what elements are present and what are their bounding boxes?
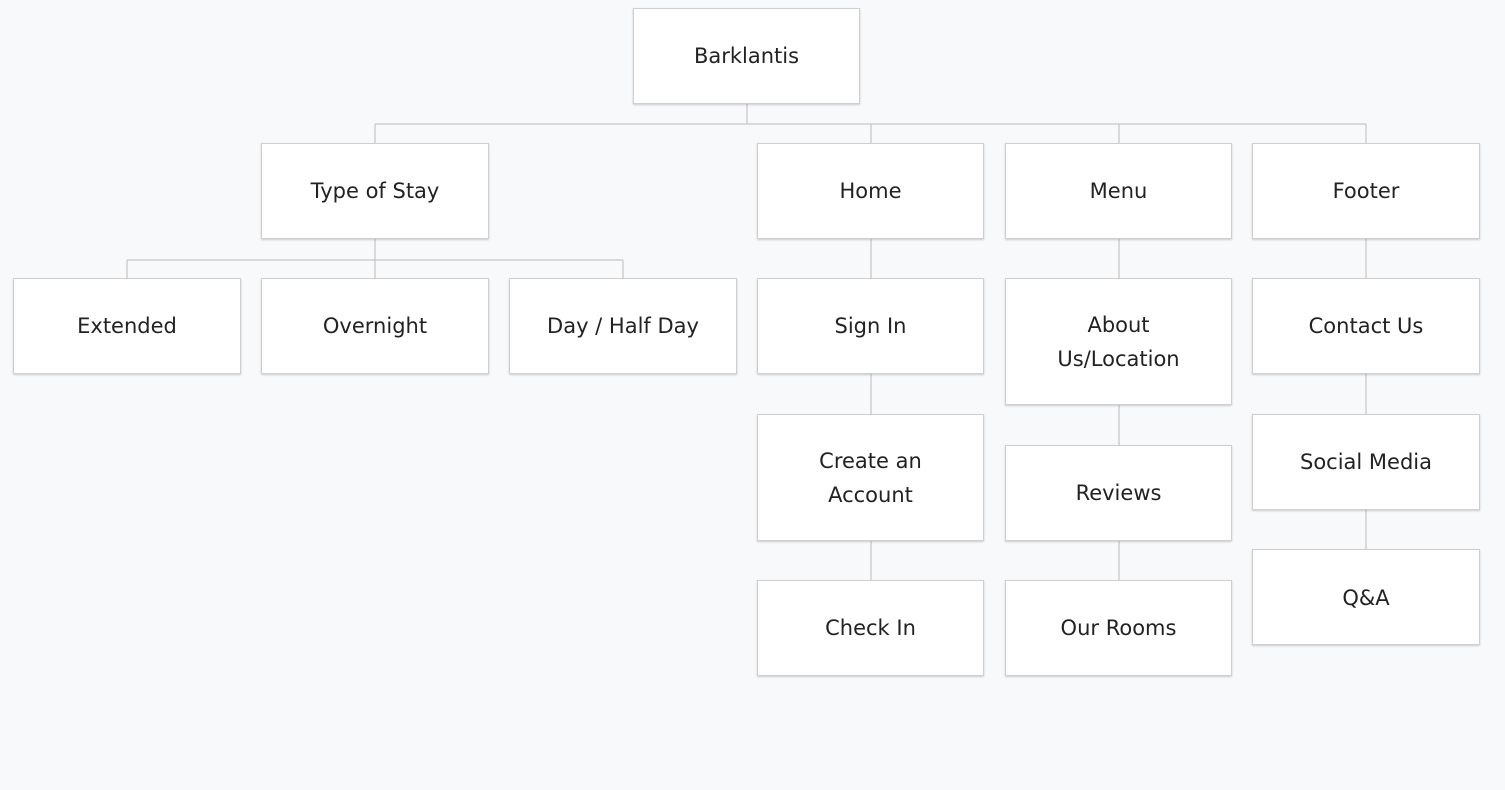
node-footer: Footer — [1252, 143, 1480, 239]
connector-lines — [126, 104, 1367, 580]
node-label: Extended — [77, 314, 177, 338]
node-sign-in: Sign In — [757, 278, 984, 374]
node-day-half-day: Day / Half Day — [509, 278, 737, 374]
sitemap-diagram: Barklantis Type of Stay Home Menu Footer… — [0, 0, 1505, 790]
node-contact-us: Contact Us — [1252, 278, 1480, 374]
node-barklantis: Barklantis — [633, 8, 860, 104]
node-label: Check In — [825, 616, 916, 640]
node-label: Reviews — [1075, 481, 1162, 505]
node-our-rooms: Our Rooms — [1005, 580, 1232, 676]
node-check-in: Check In — [757, 580, 984, 676]
node-label: About Us/Location — [1057, 312, 1180, 371]
node-menu: Menu — [1005, 143, 1232, 239]
node-label: Type of Stay — [310, 179, 440, 203]
node-label: Footer — [1332, 179, 1400, 203]
node-home: Home — [757, 143, 984, 239]
node-label: Barklantis — [693, 44, 800, 68]
node-label: Contact Us — [1308, 314, 1424, 338]
node-label: Our Rooms — [1060, 616, 1177, 640]
node-about-us-location: About Us/Location — [1005, 278, 1232, 405]
node-create-an-account: Create an Account — [757, 414, 984, 541]
node-type-of-stay: Type of Stay — [261, 143, 489, 239]
node-label: Q&A — [1342, 586, 1390, 610]
node-label: Overnight — [322, 314, 428, 338]
node-reviews: Reviews — [1005, 445, 1232, 541]
node-label: Sign In — [834, 314, 907, 338]
node-social-media: Social Media — [1252, 414, 1480, 510]
node-label: Create an Account — [819, 448, 922, 507]
node-label: Social Media — [1299, 450, 1432, 474]
node-label: Home — [839, 179, 902, 203]
node-extended: Extended — [13, 278, 241, 374]
node-q-and-a: Q&A — [1252, 549, 1480, 645]
node-overnight: Overnight — [261, 278, 489, 374]
node-label: Menu — [1089, 179, 1148, 203]
node-label: Day / Half Day — [547, 314, 699, 338]
